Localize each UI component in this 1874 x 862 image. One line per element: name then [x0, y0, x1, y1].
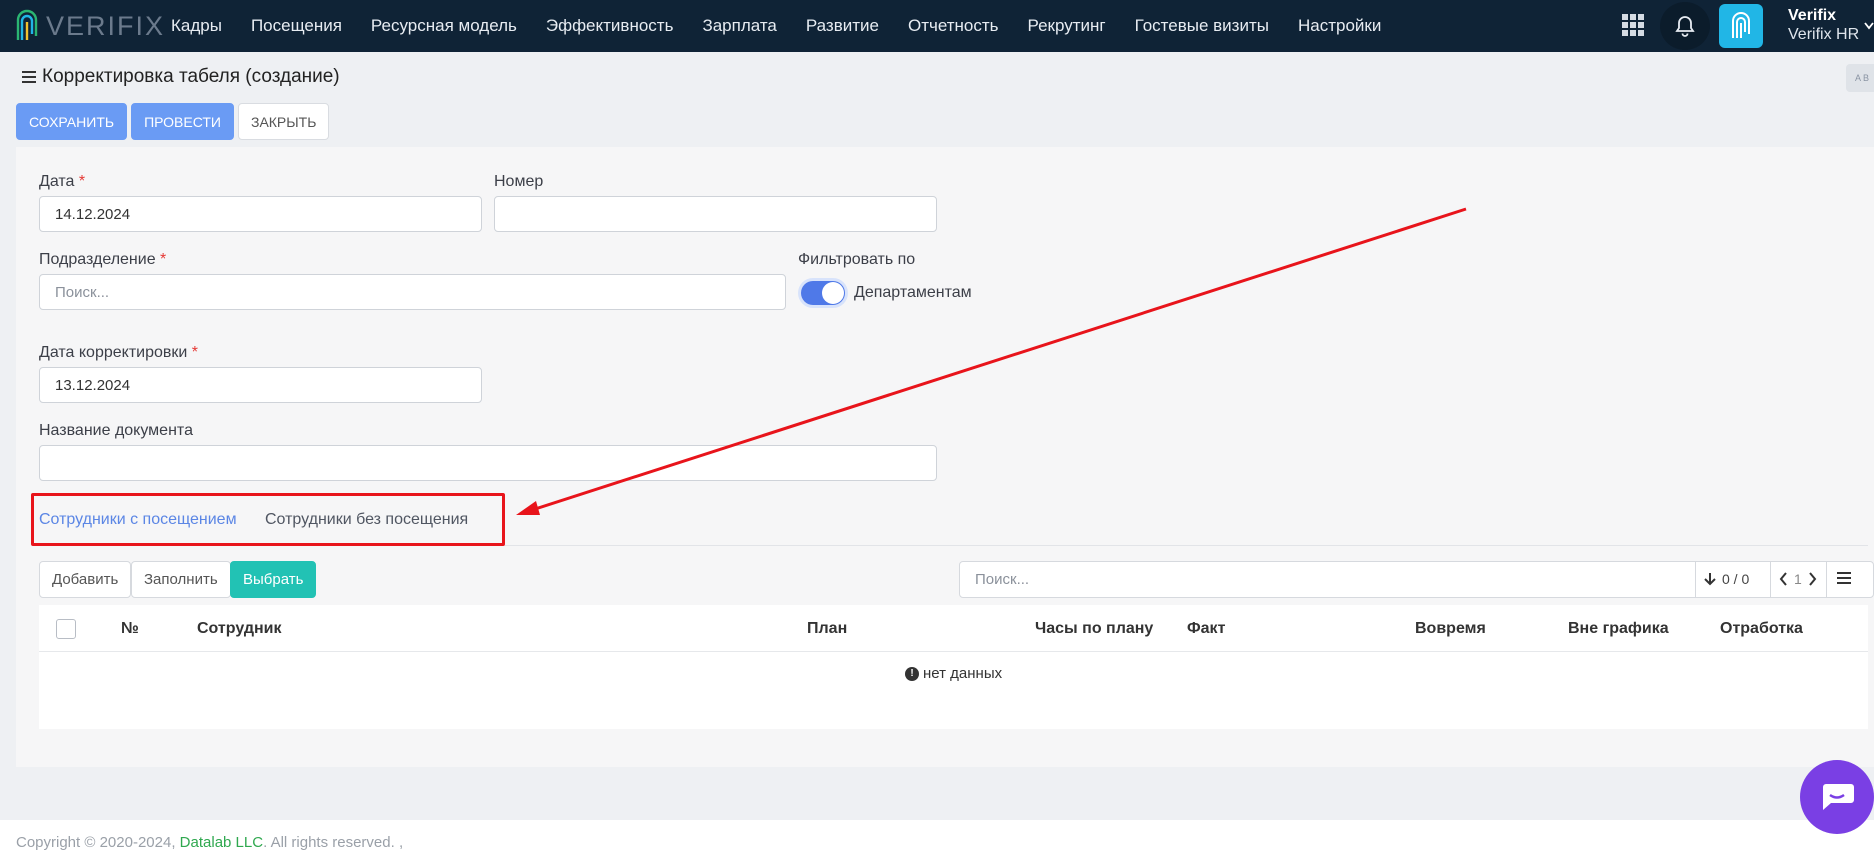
main-nav: Кадры Посещения Ресурсная модель Эффекти… [171, 0, 1410, 52]
select-button[interactable]: Выбрать [230, 561, 317, 598]
nav-item-reports[interactable]: Отчетность [908, 16, 999, 36]
column-employee[interactable]: Сотрудник [197, 620, 282, 638]
column-workoff[interactable]: Отработка [1720, 620, 1803, 638]
notifications-button[interactable] [1660, 2, 1710, 50]
user-company: Verifix HR [1788, 26, 1860, 43]
footer: Copyright © 2020-2024, Datalab LLC. All … [0, 820, 1874, 862]
column-plan[interactable]: План [807, 620, 847, 638]
save-button[interactable]: СОХРАНИТЬ [16, 103, 128, 140]
arrow-down-icon [1704, 573, 1716, 586]
top-navbar: VERIFIX Кадры Посещения Ресурсная модель… [0, 0, 1874, 52]
division-search-input[interactable]: Поиск... [39, 274, 786, 310]
filter-label: Фильтровать по [798, 251, 916, 268]
post-button[interactable]: ПРОВЕСТИ [131, 103, 234, 140]
document-name-field[interactable] [39, 445, 937, 481]
avatar[interactable] [1719, 4, 1763, 48]
bell-icon [1675, 16, 1695, 37]
table-header-divider [39, 651, 1868, 652]
chevron-right-icon[interactable] [1808, 572, 1817, 586]
document-name-label: Название документа [39, 422, 193, 439]
nav-item-attendance[interactable]: Посещения [251, 16, 342, 36]
chat-bubble-icon [1823, 784, 1854, 810]
nav-item-settings[interactable]: Настройки [1298, 16, 1381, 36]
nav-item-staff[interactable]: Кадры [171, 16, 222, 36]
empty-state-text: нет данных [923, 665, 1003, 682]
fill-button[interactable]: Заполнить [131, 561, 231, 598]
correction-date-field[interactable]: 13.12.2024 [39, 367, 482, 403]
chevron-left-icon[interactable] [1779, 572, 1788, 586]
page-title-text: Корректировка табеля (создание) [42, 66, 340, 87]
chevron-down-icon[interactable] [1864, 22, 1874, 30]
date-label: Дата * [39, 173, 86, 190]
nav-item-guest-visits[interactable]: Гостевые визиты [1135, 16, 1269, 36]
record-counter[interactable]: 0 / 0 [1704, 571, 1749, 587]
employees-table: № Сотрудник План Часы по плану Факт Вовр… [39, 605, 1868, 729]
hamburger-menu-icon[interactable] [22, 71, 36, 83]
logo-text: VERIFIX [46, 10, 166, 41]
nav-item-salary[interactable]: Зарплата [702, 16, 776, 36]
nav-item-development[interactable]: Развитие [806, 16, 879, 36]
column-number[interactable]: № [121, 620, 139, 638]
correction-date-label: Дата корректировки * [39, 344, 199, 361]
fingerprint-icon [1732, 12, 1750, 38]
departments-option-label: Департаментам [854, 284, 972, 301]
logo[interactable]: VERIFIX [14, 5, 165, 47]
departments-toggle[interactable] [801, 281, 845, 305]
rights-text: . All rights reserved. , [263, 834, 404, 851]
user-menu[interactable]: Verifix Verifix HR [1788, 6, 1859, 44]
columns-menu-icon[interactable] [1837, 571, 1851, 585]
number-field[interactable] [494, 196, 937, 232]
page-title: Корректировка табеля (создание) [22, 66, 340, 88]
apps-grid-icon[interactable] [1622, 14, 1644, 36]
exclamation-icon: ! [905, 666, 919, 681]
chat-button[interactable] [1800, 760, 1874, 834]
layout-toggle-button[interactable]: A B [1846, 64, 1874, 92]
close-button[interactable]: ЗАКРЫТЬ [237, 103, 330, 140]
date-field[interactable]: 14.12.2024 [39, 196, 482, 232]
empty-state: ! нет данных [905, 665, 1002, 682]
column-plan-hours[interactable]: Часы по плану [1035, 620, 1153, 638]
footer-text: Copyright © 2020-2024, Datalab LLC. All … [16, 834, 403, 851]
nav-item-recruiting[interactable]: Рекрутинг [1028, 16, 1106, 36]
fingerprint-logo-icon [16, 9, 38, 40]
page-number: 1 [1794, 571, 1802, 587]
nav-item-resource-model[interactable]: Ресурсная модель [371, 16, 517, 36]
column-off-schedule[interactable]: Вне графика [1568, 620, 1669, 638]
table-search-input[interactable]: Поиск... [975, 571, 1029, 588]
counter-text: 0 / 0 [1722, 571, 1750, 587]
user-name: Verifix [1788, 7, 1837, 24]
division-label: Подразделение * [39, 251, 167, 268]
number-label: Номер [494, 173, 544, 190]
action-bar: СОХРАНИТЬ ПРОВЕСТИ ЗАКРЫТЬ [16, 103, 333, 140]
pagination: 1 [1779, 571, 1817, 587]
annotation-highlight-box [31, 493, 505, 546]
column-on-time[interactable]: Вовремя [1415, 620, 1486, 638]
nav-item-efficiency[interactable]: Эффективность [546, 16, 674, 36]
column-fact[interactable]: Факт [1187, 620, 1225, 638]
table-search-group: Поиск... 0 / 0 1 [959, 561, 1874, 598]
add-button[interactable]: Добавить [39, 561, 132, 598]
company-link[interactable]: Datalab LLC [180, 834, 263, 851]
copyright-text: Copyright © 2020-2024, [16, 834, 176, 851]
select-all-checkbox[interactable] [56, 619, 76, 639]
